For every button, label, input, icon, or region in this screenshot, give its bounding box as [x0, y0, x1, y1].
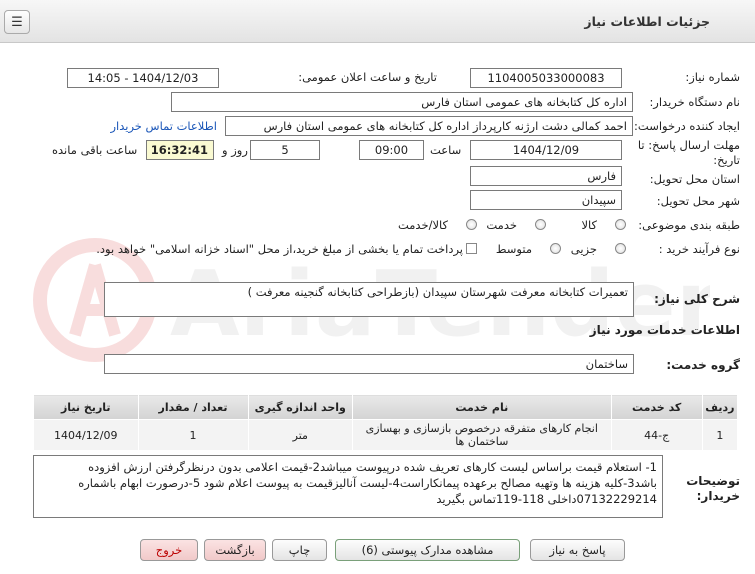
city-field: سپیدان [470, 190, 622, 210]
service-group-label: گروه خدمت: [666, 358, 740, 372]
process-radio-medium[interactable] [550, 243, 561, 254]
col-header-date: تاریخ نیاز [33, 394, 139, 420]
announce-label: تاریخ و ساعت اعلان عمومی: [298, 70, 437, 84]
province-label: استان محل تحویل: [649, 172, 740, 186]
deadline-label: مهلت ارسال پاسخ: تا [637, 138, 740, 152]
deadline-time-field: 09:00 [359, 140, 424, 160]
attachments-button[interactable]: مشاهده مدارک پیوستی (6) [335, 539, 520, 561]
days-label: روز و [222, 143, 248, 157]
hamburger-icon[interactable]: ☰ [4, 10, 30, 34]
buyer-notes-line: باشد3-کلیه هزینه ها وتهیه مصالح برعهده پ… [78, 476, 657, 490]
col-header-qty: تعداد / مقدار [137, 394, 249, 420]
category-label: طبقه بندی موضوعی: [638, 218, 740, 232]
page-title: جزئیات اطلاعات نیاز [584, 14, 710, 29]
services-table: ردیف کد خدمت نام خدمت واحد اندازه گیری ت… [33, 394, 739, 451]
category-radio-goods[interactable] [615, 219, 626, 230]
cell-qty: 1 [137, 419, 249, 451]
deadline-time-label: ساعت [430, 143, 462, 157]
days-field: 5 [250, 140, 320, 160]
contact-info-link[interactable]: اطلاعات تماس خریدار [110, 119, 217, 133]
reply-button[interactable]: پاسخ به نیاز [530, 539, 625, 561]
cell-name: انجام کارهای متفرقه درخصوص بازسازی و بهس… [352, 419, 612, 451]
buyer-notes-label-1: توضیحات [686, 474, 740, 488]
category-option-both: کالا/خدمت [397, 218, 448, 232]
cell-unit: متر [247, 419, 354, 451]
category-radio-both[interactable] [466, 219, 477, 230]
process-radio-minor[interactable] [615, 243, 626, 254]
summary-field: تعمیرات کتابخانه معرفت شهرستان سپیدان (ب… [104, 282, 634, 317]
cell-row: 1 [701, 419, 739, 451]
back-button[interactable]: بازگشت [204, 539, 266, 561]
service-group-field: ساختمان [104, 354, 634, 374]
announce-field: 1404/12/03 - 14:05 [67, 68, 219, 88]
creator-label: ایجاد کننده درخواست: [634, 119, 740, 133]
category-option-goods: کالا [581, 218, 597, 232]
col-header-row: ردیف [701, 394, 739, 420]
city-label: شهر محل تحویل: [656, 194, 740, 208]
buyer-notes-label-2: خریدار: [696, 489, 740, 503]
province-field: فارس [470, 166, 622, 186]
category-radio-service[interactable] [535, 219, 546, 230]
creator-field: احمد کمالی دشت ارژنه کارپرداز اداره کل ک… [225, 116, 633, 136]
buyer-notes-box: 1- استعلام قیمت براساس لیست کارهای تعریف… [33, 455, 663, 518]
col-header-name: نام خدمت [352, 394, 612, 420]
col-header-code: کد خدمت [610, 394, 703, 420]
deadline-date-field: 1404/12/09 [470, 140, 622, 160]
payment-checkbox[interactable] [466, 243, 477, 254]
buyer-field: اداره کل کتابخانه های عمومی استان فارس [171, 92, 633, 112]
process-option-medium: متوسط [495, 242, 532, 256]
table-header-row: ردیف کد خدمت نام خدمت واحد اندازه گیری ت… [33, 394, 739, 420]
services-heading: اطلاعات خدمات مورد نیاز [589, 323, 740, 337]
table-row: 1 ج-44 انجام کارهای متفرقه درخصوص بازساز… [33, 419, 739, 451]
category-option-service: خدمت [486, 218, 517, 232]
remaining-time-field: 16:32:41 [146, 140, 214, 160]
need-number-label: شماره نیاز: [685, 70, 740, 84]
col-header-unit: واحد اندازه گیری [247, 394, 354, 420]
remaining-time-label: ساعت باقی مانده [52, 143, 138, 157]
exit-button[interactable]: خروج [140, 539, 198, 561]
process-label: نوع فرآیند خرید : [658, 242, 740, 256]
print-button[interactable]: چاپ [272, 539, 327, 561]
deadline-date-label: تاریخ: [713, 153, 740, 167]
buyer-label: نام دستگاه خریدار: [649, 95, 740, 109]
buyer-notes-line: 07132229214داخلی 118-119تماس بگیرید [436, 492, 657, 506]
need-number-field: 1104005033000083 [470, 68, 622, 88]
buyer-notes-line: 1- استعلام قیمت براساس لیست کارهای تعریف… [88, 460, 657, 474]
summary-label: شرح کلی نیاز: [654, 292, 740, 306]
process-option-minor: جزیی [570, 242, 597, 256]
cell-code: ج-44 [610, 419, 703, 451]
cell-date: 1404/12/09 [33, 419, 139, 451]
payment-note: پرداخت تمام یا بخشی از مبلغ خرید،از محل … [96, 242, 463, 256]
